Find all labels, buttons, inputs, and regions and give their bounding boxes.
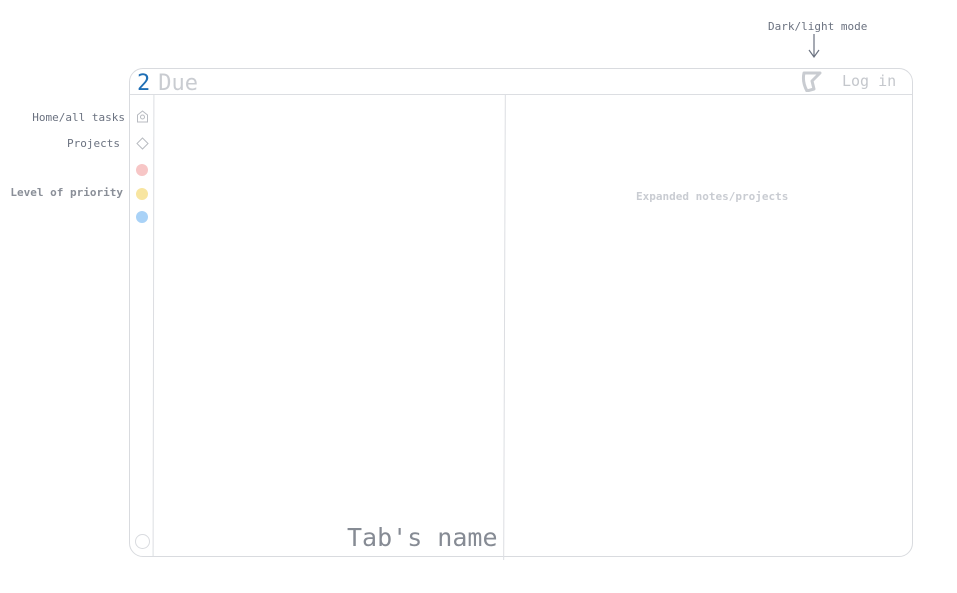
profile-circle-icon[interactable]: [135, 534, 150, 549]
priority-low-dot[interactable]: [136, 211, 148, 223]
priority-high-dot[interactable]: [136, 164, 148, 176]
tab-name: Tab's name: [347, 523, 498, 552]
annotation-priority: Level of priority: [10, 186, 123, 199]
moon-icon[interactable]: [800, 70, 822, 92]
home-icon[interactable]: [136, 110, 149, 123]
app-logo: 2 Due: [137, 70, 198, 98]
app-window: [129, 68, 913, 557]
annotation-projects: Projects: [67, 137, 120, 150]
priority-medium-dot[interactable]: [136, 188, 148, 200]
logo-text: Due: [158, 71, 198, 96]
logo-number: 2: [137, 71, 151, 96]
header-divider: [130, 94, 912, 95]
annotation-arrow-icon: [808, 34, 820, 59]
login-button[interactable]: Log in: [842, 72, 896, 90]
diamond-icon[interactable]: [136, 137, 149, 150]
annotation-theme-toggle: Dark/light mode: [768, 20, 868, 33]
annotation-home: Home/all tasks: [32, 111, 125, 124]
detail-placeholder: Expanded notes/projects: [636, 190, 789, 203]
